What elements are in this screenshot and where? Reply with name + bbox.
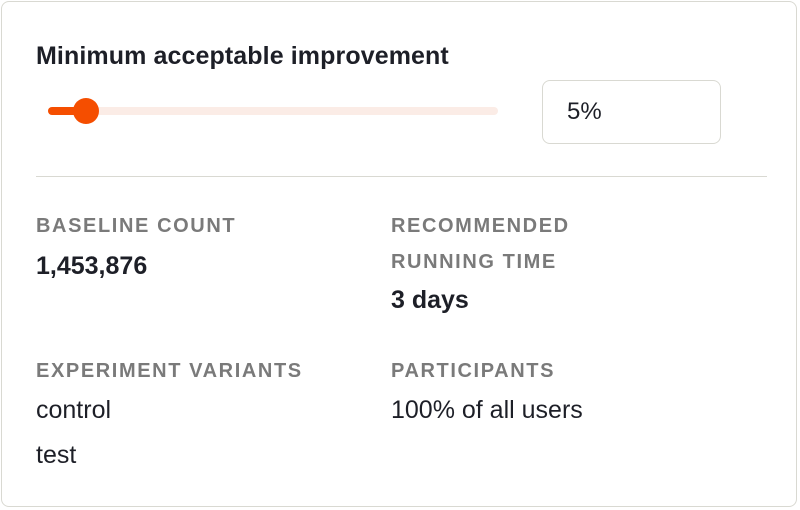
improvement-input[interactable]	[542, 80, 721, 144]
slider-track[interactable]	[48, 107, 498, 115]
experiment-settings-card: Minimum acceptable improvement BASELINE …	[1, 1, 797, 507]
variant-item: control	[36, 396, 112, 424]
improvement-slider[interactable]	[48, 98, 498, 124]
participants-value: 100% of all users	[391, 396, 583, 424]
participants-label: PARTICIPANTS	[391, 360, 556, 382]
divider	[36, 176, 767, 177]
running-time-label-line2: RUNNING TIME	[391, 251, 557, 273]
baseline-count-label: BASELINE COUNT	[36, 215, 237, 237]
variants-label: EXPERIMENT VARIANTS	[36, 360, 303, 382]
slider-thumb[interactable]	[73, 98, 99, 124]
running-time-label-line1: RECOMMENDED	[391, 215, 570, 237]
baseline-count-value: 1,453,876	[36, 252, 148, 280]
improvement-title: Minimum acceptable improvement	[36, 42, 449, 70]
running-time-value: 3 days	[391, 286, 469, 314]
running-time-label: RECOMMENDED RUNNING TIME	[391, 208, 570, 280]
variant-item: test	[36, 441, 77, 469]
